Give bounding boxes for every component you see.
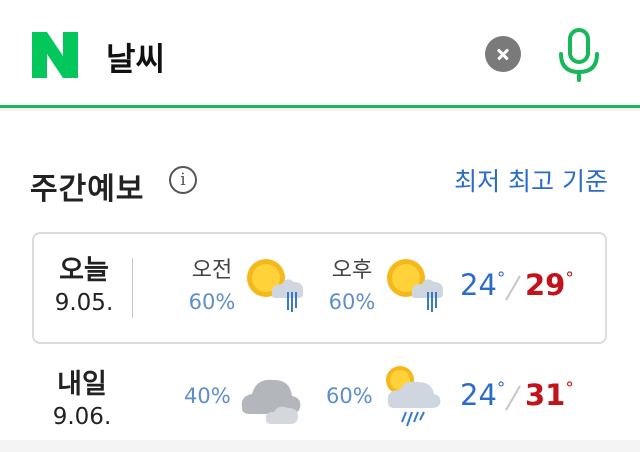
pm-label: 오후: [331, 258, 373, 283]
temp-separator: [505, 385, 521, 411]
day-date: 9.06.: [52, 404, 112, 430]
info-icon[interactable]: i: [169, 166, 197, 194]
pm-precip: 60%: [326, 384, 373, 408]
section-title: 주간예보: [30, 172, 145, 207]
microphone-icon[interactable]: [556, 28, 602, 82]
naver-logo[interactable]: [30, 30, 80, 80]
am-block: 오전 60%: [182, 256, 242, 318]
temp-high: 29°: [525, 268, 574, 302]
pm-block: 오후 60%: [322, 256, 382, 318]
clear-search-button[interactable]: [485, 36, 521, 72]
temp-separator: [505, 275, 521, 301]
weekly-forecast-section: 주간예보 i 최저 최고 기준 오늘 9.05. 오전 60% 오후 60% 2…: [0, 111, 640, 440]
sun-cloud-rain-icon: [387, 259, 444, 312]
day-date: 9.05.: [54, 290, 114, 316]
day-block: 오늘 9.05.: [34, 254, 134, 318]
min-max-toggle-link[interactable]: 최저 최고 기준: [454, 162, 608, 198]
divider: [132, 258, 133, 318]
forecast-row-tomorrow[interactable]: 내일 9.06. 40% 60% 24° 31°: [32, 352, 607, 452]
forecast-row-today[interactable]: 오늘 9.05. 오전 60% 오후 60% 24° 29°: [32, 232, 607, 344]
day-block: 내일 9.06.: [32, 368, 132, 432]
am-precip: 40%: [184, 384, 231, 408]
day-name: 내일: [57, 369, 107, 400]
search-query-input[interactable]: 날씨: [106, 34, 165, 80]
day-name: 오늘: [59, 255, 109, 286]
pm-precip: 60%: [328, 290, 376, 314]
sun-cloud-rain-icon: [247, 259, 304, 312]
temp-low: 24°: [460, 268, 506, 302]
search-bar: 날씨: [0, 0, 640, 108]
am-precip: 60%: [188, 290, 236, 314]
cloudy-icon: [241, 379, 301, 424]
sun-cloud-shower-icon: [386, 366, 441, 427]
temp-high: 31°: [525, 378, 574, 412]
temp-low: 24°: [460, 378, 506, 412]
am-label: 오전: [191, 258, 233, 283]
